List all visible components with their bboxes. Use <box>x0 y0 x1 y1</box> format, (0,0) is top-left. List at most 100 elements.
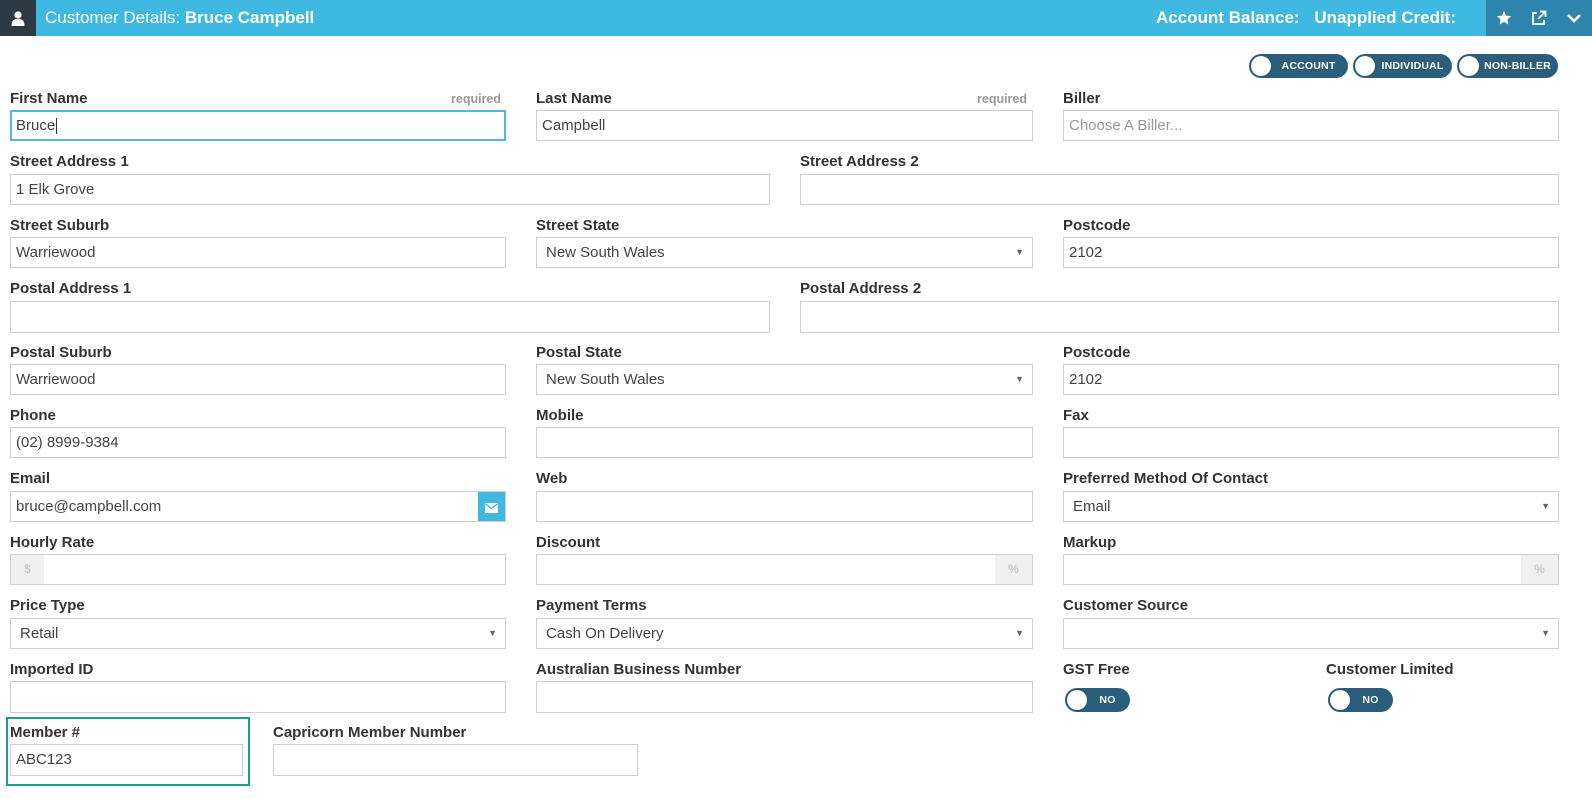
toggle-knob <box>1355 56 1375 76</box>
balance-area: Account Balance: Unapplied Credit: <box>1146 0 1456 36</box>
biller-label: Biller <box>1063 90 1101 107</box>
customer-limited-toggle-label: NO <box>1362 694 1379 706</box>
abn-input[interactable] <box>536 681 1033 713</box>
street-address-1-label: Street Address 1 <box>10 153 129 170</box>
member-number-label: Member # <box>10 724 81 741</box>
account-toggle[interactable]: ACCOUNT <box>1249 54 1348 78</box>
email-label: Email <box>10 470 51 487</box>
postal-address-2-label: Postal Address 2 <box>800 280 922 297</box>
postal-suburb-label: Postal Suburb <box>10 344 112 361</box>
biller-select[interactable]: Choose A Biller... <box>1063 110 1559 141</box>
imported-id-label: Imported ID <box>10 661 94 678</box>
postal-postcode-label: Postcode <box>1063 344 1131 361</box>
street-address-1-input[interactable]: 1 Elk Grove <box>10 174 770 205</box>
street-state-select[interactable]: New South Wales ▼ <box>536 237 1033 268</box>
mobile-label: Mobile <box>536 407 584 424</box>
web-input[interactable] <box>536 491 1033 522</box>
postal-suburb-input[interactable]: Warriewood <box>10 364 506 395</box>
street-suburb-input[interactable]: Warriewood <box>10 237 506 268</box>
email-input[interactable]: bruce@campbell.com <box>10 491 506 522</box>
caret-down-icon: ▼ <box>1015 247 1024 257</box>
header-actions <box>1486 0 1592 36</box>
toggle-knob <box>1330 690 1350 710</box>
phone-input[interactable]: (02) 8999-9384 <box>10 427 506 458</box>
price-type-select[interactable]: Retail ▼ <box>10 618 506 649</box>
capricorn-member-number-label: Capricorn Member Number <box>273 724 467 741</box>
chevron-down-icon[interactable] <box>1556 0 1591 36</box>
page-title: Customer Details: Bruce Campbell <box>45 0 314 36</box>
first-name-required: required <box>451 92 502 106</box>
postal-address-2-input[interactable] <box>800 301 1559 333</box>
postal-address-1-label: Postal Address 1 <box>10 280 132 297</box>
caret-down-icon: ▼ <box>1541 628 1550 638</box>
last-name-required: required <box>977 92 1028 106</box>
toggle-knob <box>1067 690 1087 710</box>
abn-label: Australian Business Number <box>536 661 742 678</box>
fax-input[interactable] <box>1063 427 1559 458</box>
street-state-label: Street State <box>536 217 620 234</box>
payment-terms-select[interactable]: Cash On Delivery ▼ <box>536 618 1033 649</box>
price-type-value: Retail <box>20 625 59 642</box>
percent-addon: % <box>1521 555 1558 584</box>
first-name-input[interactable]: Bruce <box>10 110 506 141</box>
discount-label: Discount <box>536 534 601 551</box>
account-toggle-label: ACCOUNT <box>1281 60 1336 72</box>
fax-label: Fax <box>1063 407 1089 424</box>
phone-label: Phone <box>10 407 56 424</box>
postal-state-select[interactable]: New South Wales ▼ <box>536 364 1033 395</box>
unapplied-credit-label: Unapplied Credit: <box>1314 8 1456 27</box>
caret-down-icon: ▼ <box>1015 374 1024 384</box>
first-name-value: Bruce <box>16 117 56 134</box>
top-bar: Customer Details: Bruce Campbell Account… <box>0 0 1592 36</box>
gst-free-toggle-label: NO <box>1099 694 1116 706</box>
star-icon[interactable] <box>1486 0 1521 36</box>
imported-id-input[interactable] <box>10 681 506 713</box>
markup-label: Markup <box>1063 534 1117 551</box>
street-state-value: New South Wales <box>546 244 665 261</box>
hourly-rate-input[interactable]: $ <box>10 554 506 585</box>
postal-postcode-input[interactable]: 2102 <box>1063 364 1559 395</box>
page-title-prefix: Customer Details: <box>45 8 181 27</box>
street-postcode-label: Postcode <box>1063 217 1131 234</box>
email-value: bruce@campbell.com <box>16 498 162 515</box>
postal-state-value: New South Wales <box>546 371 665 388</box>
envelope-icon[interactable] <box>478 492 505 521</box>
preferred-contact-select[interactable]: Email ▼ <box>1063 491 1559 522</box>
member-number-input[interactable]: ABC123 <box>10 744 243 776</box>
customer-limited-toggle[interactable]: NO <box>1328 688 1393 712</box>
text-cursor <box>56 118 58 135</box>
mobile-input[interactable] <box>536 427 1033 458</box>
web-label: Web <box>536 470 568 487</box>
price-type-label: Price Type <box>10 597 85 614</box>
external-link-icon[interactable] <box>1521 0 1556 36</box>
markup-input[interactable]: % <box>1063 554 1559 585</box>
account-balance-label: Account Balance: <box>1156 8 1300 27</box>
customer-name: Bruce Campbell <box>184 8 315 27</box>
postal-state-label: Postal State <box>536 344 622 361</box>
payment-terms-label: Payment Terms <box>536 597 647 614</box>
last-name-input[interactable]: Campbell <box>536 110 1033 141</box>
street-postcode-input[interactable]: 2102 <box>1063 237 1559 268</box>
postal-address-1-input[interactable] <box>10 301 770 333</box>
gst-free-label: GST Free <box>1063 661 1130 678</box>
preferred-contact-label: Preferred Method Of Contact <box>1063 470 1269 487</box>
discount-input[interactable]: % <box>536 554 1033 585</box>
individual-toggle[interactable]: INDIVIDUAL <box>1353 54 1452 78</box>
non-biller-toggle-label: NON-BILLER <box>1484 60 1551 72</box>
customer-source-label: Customer Source <box>1063 597 1189 614</box>
non-biller-toggle[interactable]: NON-BILLER <box>1457 54 1558 78</box>
street-suburb-label: Street Suburb <box>10 217 110 234</box>
customer-source-select[interactable]: ▼ <box>1063 618 1559 649</box>
payment-terms-value: Cash On Delivery <box>546 625 664 642</box>
street-address-2-label: Street Address 2 <box>800 153 919 170</box>
preferred-contact-value: Email <box>1073 498 1111 515</box>
toggle-knob <box>1459 56 1479 76</box>
hourly-rate-label: Hourly Rate <box>10 534 95 551</box>
toggle-knob <box>1251 56 1271 76</box>
street-address-2-input[interactable] <box>800 174 1559 205</box>
user-icon <box>0 0 36 36</box>
gst-free-toggle[interactable]: NO <box>1065 688 1130 712</box>
individual-toggle-label: INDIVIDUAL <box>1381 60 1444 72</box>
caret-down-icon: ▼ <box>1015 628 1024 638</box>
capricorn-member-number-input[interactable] <box>273 744 638 776</box>
